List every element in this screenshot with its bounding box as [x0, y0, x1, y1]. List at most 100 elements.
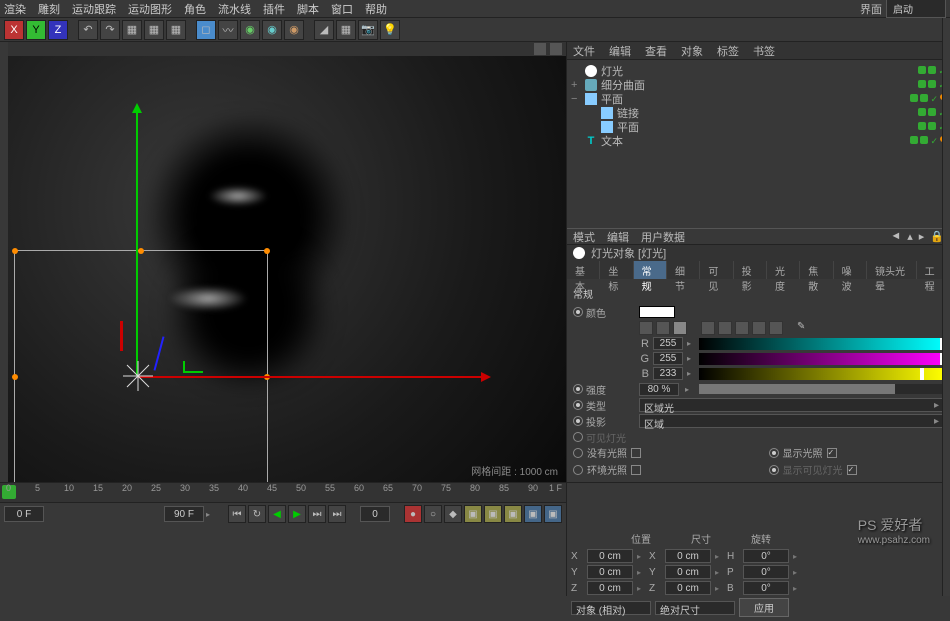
menu-item[interactable]: 帮助 [365, 1, 387, 17]
menu-item[interactable]: 运动跟踪 [72, 1, 116, 17]
right-dock[interactable] [942, 18, 950, 596]
pos-Y-input[interactable] [587, 565, 633, 579]
tool-grid-icon[interactable]: ▦ [336, 20, 356, 40]
tree-item[interactable]: T文本✓ [571, 134, 946, 148]
size-X-input[interactable] [665, 549, 711, 563]
attr-tab[interactable]: 镜头光晕 [867, 261, 917, 279]
frame-end-input[interactable] [164, 506, 204, 522]
attr-tab[interactable]: 噪波 [834, 261, 867, 279]
layout-select[interactable]: 启动 [886, 0, 946, 18]
pos-Z-input[interactable] [587, 581, 633, 595]
tree-toggle-icon[interactable]: − [571, 93, 581, 105]
size-Z-input[interactable] [665, 581, 711, 595]
axis-x-button[interactable]: X [4, 20, 24, 40]
opt-checkbox[interactable] [631, 448, 641, 458]
opt-checkbox[interactable] [827, 482, 837, 483]
color-wheel-icon[interactable] [656, 321, 670, 335]
frame-start-input[interactable] [4, 506, 44, 522]
step-fwd-icon[interactable]: ⏭ [308, 505, 326, 523]
channel-g-input[interactable] [653, 352, 683, 365]
color-picker-icon[interactable] [639, 321, 653, 335]
current-frame-input[interactable] [360, 506, 390, 522]
record-icon[interactable]: ● [404, 505, 422, 523]
menu-item[interactable]: 运动图形 [128, 1, 172, 17]
channel-r-slider[interactable] [699, 338, 944, 350]
type-dropdown[interactable]: 区域光 [639, 398, 944, 412]
camera-icon[interactable]: 📷 [358, 20, 378, 40]
opt-checkbox[interactable] [827, 448, 837, 458]
intensity-radio[interactable] [573, 384, 583, 394]
rot-B-input[interactable] [743, 581, 789, 595]
tool-undo-icon[interactable]: ↶ [78, 20, 98, 40]
opt-radio[interactable] [769, 448, 779, 458]
tree-item[interactable]: 灯光✓ [571, 64, 946, 78]
color-mixer-icon[interactable] [735, 321, 749, 335]
tree-item[interactable]: −平面✓ [571, 92, 946, 106]
gizmo-plane[interactable] [183, 361, 203, 373]
shadow-dropdown[interactable]: 区域 [639, 414, 944, 428]
timeline-ruler[interactable]: 0510152025303540455055606570758085901 F [0, 483, 566, 503]
goto-end-icon[interactable]: ⏭ [328, 505, 346, 523]
intensity-input[interactable] [639, 383, 679, 396]
axis-x-arrow[interactable] [138, 376, 488, 378]
menu-item[interactable]: 插件 [263, 1, 285, 17]
type-radio[interactable] [573, 400, 583, 410]
menu-item[interactable]: 渲染 [4, 1, 26, 17]
environment-icon[interactable]: ◉ [284, 20, 304, 40]
opt-checkbox[interactable] [631, 465, 641, 475]
attr-tab[interactable]: 细节 [667, 261, 700, 279]
pos-X-input[interactable] [587, 549, 633, 563]
attr-tab[interactable]: 可见 [700, 261, 733, 279]
nav-back-icon[interactable]: ◄ [890, 230, 901, 243]
tool-render-icon[interactable]: ▦ [122, 20, 142, 40]
opt-checkbox[interactable] [611, 482, 621, 483]
obj-tab[interactable]: 查看 [645, 43, 667, 59]
keyframe-icon[interactable]: ◆ [444, 505, 462, 523]
intensity-slider[interactable] [699, 384, 944, 394]
axis-y-arrow[interactable] [136, 106, 138, 376]
menu-item[interactable]: 雕刻 [38, 1, 60, 17]
key-scale-icon[interactable]: ▣ [484, 505, 502, 523]
color-radio[interactable] [573, 307, 583, 317]
opt-radio[interactable] [573, 482, 583, 483]
obj-tab[interactable]: 文件 [573, 43, 595, 59]
attr-mode[interactable]: 模式 [573, 229, 595, 245]
viewport[interactable]: 网格间距 : 1000 cm [8, 56, 566, 482]
opt-checkbox[interactable] [847, 465, 857, 475]
menu-item[interactable]: 流水线 [218, 1, 251, 17]
attr-tab[interactable]: 常规 [634, 261, 667, 279]
deformer-icon[interactable]: ◉ [262, 20, 282, 40]
apply-button[interactable]: 应用 [739, 598, 789, 617]
tool-redo-icon[interactable]: ↷ [100, 20, 120, 40]
key-param-icon[interactable]: ▣ [524, 505, 542, 523]
generator-icon[interactable]: ◉ [240, 20, 260, 40]
channel-r-input[interactable] [653, 337, 683, 350]
axis-y-button[interactable]: Y [26, 20, 46, 40]
spinner-icon[interactable]: ▸ [687, 369, 695, 378]
tree-toggle-icon[interactable]: + [571, 79, 581, 91]
loop-icon[interactable]: ↻ [248, 505, 266, 523]
key-rot-icon[interactable]: ▣ [504, 505, 522, 523]
attr-tab[interactable]: 投影 [734, 261, 767, 279]
tree-item[interactable]: +细分曲面✓ [571, 78, 946, 92]
autokey-icon[interactable]: ○ [424, 505, 442, 523]
primitive-cube-icon[interactable]: ◻ [196, 20, 216, 40]
tool-snap-icon[interactable]: ◢ [314, 20, 334, 40]
menu-item[interactable]: 脚本 [297, 1, 319, 17]
menu-item[interactable]: 角色 [184, 1, 206, 17]
shadow-radio[interactable] [573, 416, 583, 426]
rot-H-input[interactable] [743, 549, 789, 563]
size-Y-input[interactable] [665, 565, 711, 579]
color-list-icon[interactable] [752, 321, 766, 335]
opt-radio[interactable] [573, 465, 583, 475]
color-history-icon[interactable] [769, 321, 783, 335]
eyedropper-icon[interactable]: ✎ [797, 321, 811, 335]
axis-z-button[interactable]: Z [48, 20, 68, 40]
opt-radio[interactable] [573, 448, 583, 458]
channel-b-slider[interactable] [699, 368, 944, 380]
coord-mode-dropdown[interactable]: 对象 (相对) [571, 601, 651, 615]
nav-up-icon[interactable]: ▴ [907, 230, 913, 243]
spinner-icon[interactable]: ▸ [687, 354, 695, 363]
attr-userdata[interactable]: 用户数据 [641, 229, 685, 245]
play-back-icon[interactable]: ◀ [268, 505, 286, 523]
